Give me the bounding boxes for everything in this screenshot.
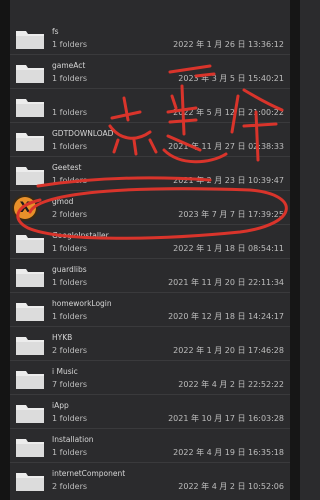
folder-name: i Music — [52, 367, 78, 376]
folder-row-geetest[interactable]: Geetest 1 folders 2021 年 2 月 23 日 10:39:… — [10, 157, 290, 191]
folder-list: fs 1 folders 2022 年 1 月 26 日 13:36:12 ga… — [10, 0, 290, 500]
folder-count: 1 folders — [52, 142, 88, 151]
folder-icon — [16, 99, 44, 117]
folder-count: 2 folders — [52, 346, 88, 355]
folder-icon — [16, 235, 44, 253]
folder-date: 2022 年 1 月 26 日 13:36:12 — [173, 40, 284, 49]
folder-date: 2021 年 10 月 17 日 16:03:28 — [168, 414, 284, 423]
folder-count: 1 folders — [52, 312, 88, 321]
folder-name: Geetest — [52, 163, 82, 172]
file-browser-screen: fs 1 folders 2022 年 1 月 26 日 13:36:12 ga… — [0, 0, 300, 500]
folder-row-hykb[interactable]: HYKB 2 folders 2022 年 1 月 20 日 17:46:28 — [10, 327, 290, 361]
folder-date: 2021 年 11 月 20 日 22:11:34 — [168, 278, 284, 287]
folder-date: 2021 年 2 月 23 日 10:39:47 — [173, 176, 284, 185]
folder-icon — [16, 31, 44, 49]
folder-icon — [16, 337, 44, 355]
folder-date: 2021 年 11 月 27 日 02:38:33 — [168, 142, 284, 151]
folder-name: Installation — [52, 435, 94, 444]
folder-date: 2022 年 4 月 2 日 22:52:22 — [178, 380, 284, 389]
folder-icon — [16, 269, 44, 287]
folder-name: GoogleInstaller — [52, 231, 109, 240]
folder-count: 1 folders — [52, 74, 88, 83]
folder-count: 1 folders — [52, 40, 88, 49]
folder-row-iapp[interactable]: iApp 1 folders 2021 年 10 月 17 日 16:03:28 — [10, 395, 290, 429]
folder-row-fs[interactable]: fs 1 folders 2022 年 1 月 26 日 13:36:12 — [10, 21, 290, 55]
folder-row-gameact[interactable]: gameAct 1 folders 2023 年 3 月 5 日 15:40:2… — [10, 55, 290, 89]
folder-icon — [16, 439, 44, 457]
folder-name: iApp — [52, 401, 69, 410]
folder-date: 2022 年 1 月 20 日 17:46:28 — [173, 346, 284, 355]
folder-icon — [16, 133, 44, 151]
folder-date: 2022 年 5 月 12 日 21:00:22 — [173, 108, 284, 117]
folder-count: 2 folders — [52, 482, 88, 491]
folder-count: 1 folders — [52, 448, 88, 457]
folder-date: 2022 年 4 月 2 日 10:52:06 — [178, 482, 284, 491]
left-edge — [0, 0, 10, 500]
folder-icon — [16, 65, 44, 83]
folder-count: 1 folders — [52, 176, 88, 185]
folder-count: 1 folders — [52, 414, 88, 423]
folder-name: internetComponent — [52, 469, 126, 478]
folder-name: homeworkLogin — [52, 299, 112, 308]
folder-date: 2022 年 4 月 19 日 16:35:18 — [173, 448, 284, 457]
folder-count: 1 folders — [52, 108, 88, 117]
folder-count: 2 folders — [52, 210, 88, 219]
folder-icon — [16, 405, 44, 423]
folder-count: 1 folders — [52, 278, 88, 287]
folder-row-gdtdownload[interactable]: GDTDOWNLOAD 1 folders 2021 年 11 月 27 日 0… — [10, 123, 290, 157]
folder-icon — [16, 303, 44, 321]
right-edge — [290, 0, 300, 500]
folder-row-installation[interactable]: Installation 1 folders 2022 年 4 月 19 日 1… — [10, 429, 290, 463]
folder-date: 2023 年 3 月 5 日 15:40:21 — [178, 74, 284, 83]
folder-row-3[interactable]: 1 folders 2022 年 5 月 12 日 21:00:22 — [10, 89, 290, 123]
folder-name: gmod — [52, 197, 74, 206]
folder-row-gmod[interactable]: X gmod 2 folders 2023 年 7 月 7 日 17:39:25 — [10, 191, 290, 225]
folder-name: gameAct — [52, 61, 86, 70]
folder-row-internetcomponent[interactable]: internetComponent 2 folders 2022 年 4 月 2… — [10, 463, 290, 497]
folder-name: fs — [52, 27, 59, 36]
folder-row-googleinstaller[interactable]: GoogleInstaller 1 folders 2022 年 1 月 18 … — [10, 225, 290, 259]
folder-name: GDTDOWNLOAD — [52, 129, 114, 138]
folder-icon — [16, 473, 44, 491]
folder-count: 7 folders — [52, 380, 88, 389]
folder-date: 2023 年 7 月 7 日 17:39:25 — [178, 210, 284, 219]
folder-count: 1 folders — [52, 244, 88, 253]
selected-badge-icon[interactable]: X — [14, 197, 36, 219]
folder-row-i-music[interactable]: i Music 7 folders 2022 年 4 月 2 日 22:52:2… — [10, 361, 290, 395]
folder-icon — [16, 167, 44, 185]
folder-icon — [16, 371, 44, 389]
folder-row-guardlibs[interactable]: guardlibs 1 folders 2021 年 11 月 20 日 22:… — [10, 259, 290, 293]
folder-name: HYKB — [52, 333, 73, 342]
folder-date: 2022 年 1 月 18 日 08:54:11 — [173, 244, 284, 253]
folder-row-homeworklogin[interactable]: homeworkLogin 1 folders 2020 年 12 月 18 日… — [10, 293, 290, 327]
folder-date: 2020 年 12 月 18 日 14:24:17 — [168, 312, 284, 321]
folder-name: guardlibs — [52, 265, 87, 274]
